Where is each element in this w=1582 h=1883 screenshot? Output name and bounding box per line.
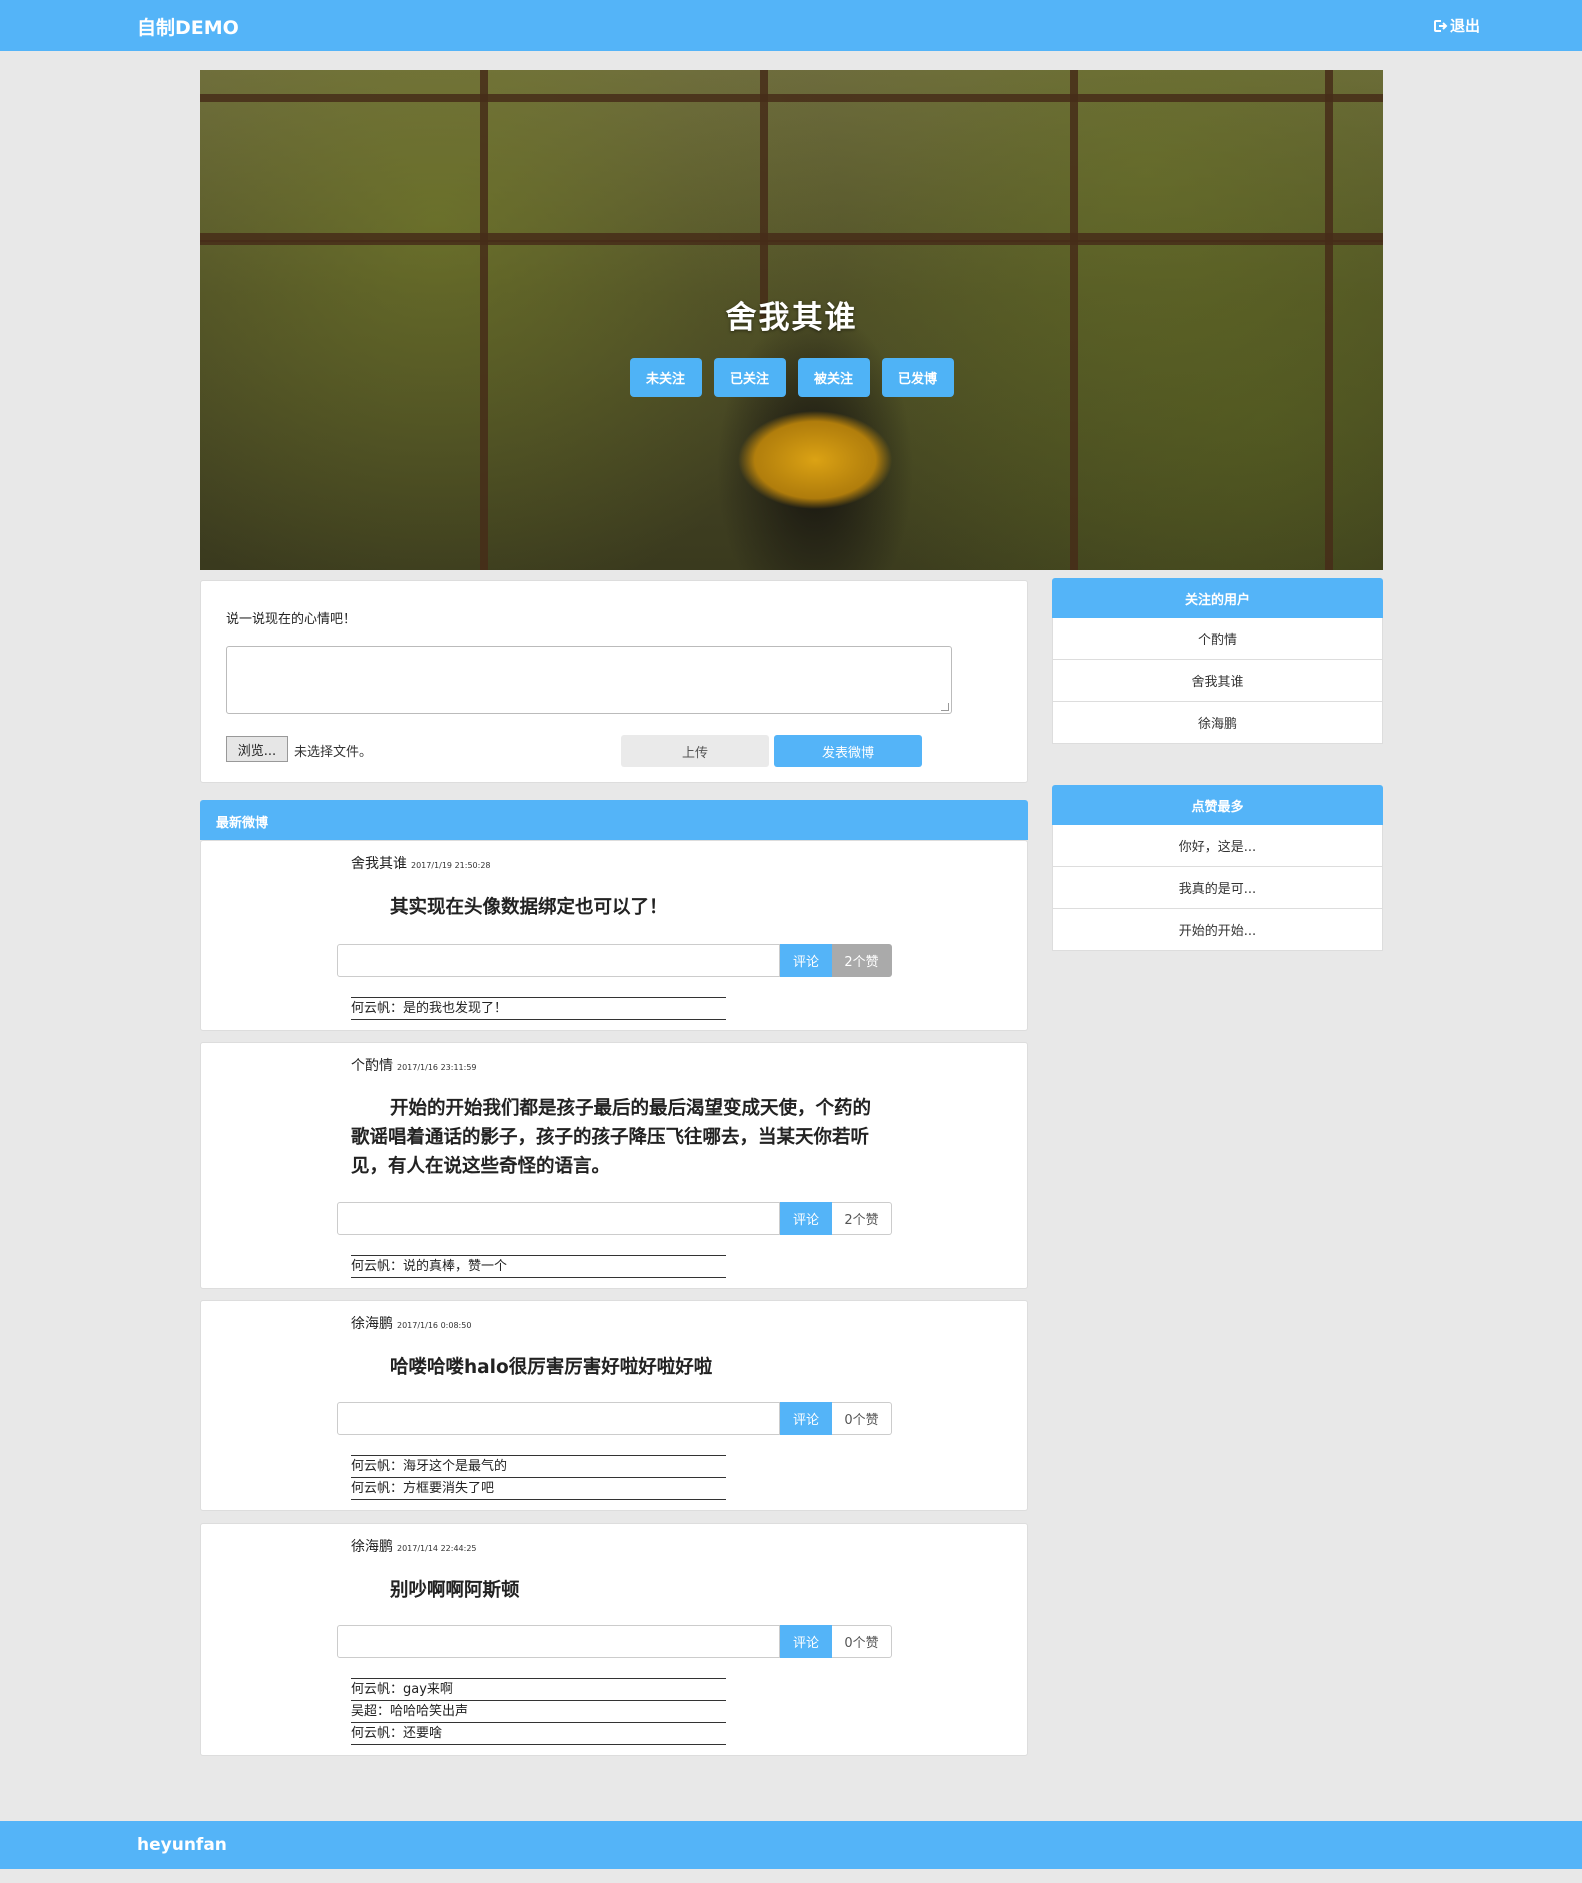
window-frame — [760, 70, 768, 320]
most-liked-item[interactable]: 开始的开始... — [1052, 909, 1383, 951]
comment-item: 吴超：哈哈哈笑出声 — [351, 1700, 726, 1722]
comment-button[interactable]: 评论 — [780, 1202, 832, 1235]
post-textarea[interactable] — [226, 646, 952, 714]
followed-users-panel: 关注的用户 个酌情 舍我其谁 徐海鹏 — [1052, 578, 1383, 744]
publish-button[interactable]: 发表微博 — [774, 735, 922, 767]
profile-tabs: 未关注 已关注 被关注 已发博 — [200, 358, 1383, 397]
post-card: 徐海鹏 2017/1/14 22:44:25 别吵啊啊阿斯顿 评论 0个赞 何云帆… — [200, 1523, 1028, 1756]
comment-bar: 评论 2个赞 — [337, 1202, 892, 1235]
comment-item: 何云帆：方框要消失了吧 — [351, 1477, 726, 1500]
like-button[interactable]: 0个赞 — [832, 1402, 892, 1435]
post-card: 徐海鹏 2017/1/16 0:08:50 哈喽哈喽halo很厉害厉害好啦好啦好啦… — [200, 1300, 1028, 1511]
post-meta: 个酌情 2017/1/16 23:11:59 — [351, 1055, 477, 1075]
post-prompt: 说一说现在的心情吧！ — [226, 612, 357, 627]
post-card: 个酌情 2017/1/16 23:11:59 开始的开始我们都是孩子最后的最后渴望… — [200, 1042, 1028, 1289]
tab-my-posts[interactable]: 已发博 — [881, 358, 954, 397]
most-liked-item[interactable]: 你好，这是... — [1052, 825, 1383, 867]
new-post-panel: 说一说现在的心情吧！ 浏览... 未选择文件。 上传 发表微博 — [200, 580, 1028, 783]
comment-item: 何云帆：说的真棒，赞一个 — [351, 1255, 726, 1278]
post-content: 开始的开始我们都是孩子最后的最后渴望变成天使，个药的歌谣唱着通话的影子，孩子的孩… — [351, 1098, 872, 1177]
post-author[interactable]: 徐海鹏 — [351, 1316, 393, 1332]
top-navbar: 自制DEMO 退出 — [0, 0, 1582, 51]
post-author[interactable]: 徐海鹏 — [351, 1539, 393, 1555]
profile-banner: 舍我其谁 未关注 已关注 被关注 已发博 — [200, 70, 1383, 570]
comment-button[interactable]: 评论 — [780, 1625, 832, 1658]
post-content: 其实现在头像数据绑定也可以了！ — [390, 897, 668, 918]
comment-list: 何云帆：说的真棒，赞一个 — [351, 1255, 726, 1278]
most-liked-title: 点赞最多 — [1052, 785, 1383, 825]
window-frame — [200, 240, 1383, 245]
window-frame — [200, 94, 1383, 102]
comment-input[interactable] — [337, 1625, 780, 1658]
post-time: 2017/1/19 21:50:28 — [411, 861, 491, 870]
feed-header: 最新微博 — [200, 800, 1028, 840]
footer: heyunfan — [0, 1821, 1582, 1869]
post-meta: 舍我其谁 2017/1/19 21:50:28 — [351, 853, 491, 873]
logout-icon — [1433, 19, 1448, 32]
post-meta: 徐海鹏 2017/1/14 22:44:25 — [351, 1536, 477, 1556]
followed-user-item[interactable]: 徐海鹏 — [1052, 702, 1383, 744]
tab-not-followed[interactable]: 未关注 — [629, 358, 702, 397]
post-content: 别吵啊啊阿斯顿 — [390, 1580, 520, 1601]
upload-button[interactable]: 上传 — [621, 735, 769, 767]
comment-input[interactable] — [337, 1202, 780, 1235]
footer-text: heyunfan — [137, 1835, 227, 1855]
comment-item: 何云帆：gay来啊 — [351, 1678, 726, 1700]
followed-users-title: 关注的用户 — [1052, 578, 1383, 618]
file-status-label: 未选择文件。 — [294, 745, 373, 760]
post-author[interactable]: 舍我其谁 — [351, 856, 407, 872]
comment-item: 何云帆：海牙这个是最气的 — [351, 1455, 726, 1477]
post-card: 舍我其谁 2017/1/19 21:50:28 其实现在头像数据绑定也可以了！ 评… — [200, 840, 1028, 1031]
logout-button[interactable]: 退出 — [1432, 15, 1480, 36]
like-button[interactable]: 2个赞 — [832, 944, 892, 977]
profile-username: 舍我其谁 — [725, 300, 858, 336]
most-liked-panel: 点赞最多 你好，这是... 我真的是可... 开始的开始... — [1052, 785, 1383, 951]
tab-followers[interactable]: 被关注 — [797, 358, 870, 397]
comment-bar: 评论 0个赞 — [337, 1625, 892, 1658]
post-meta: 徐海鹏 2017/1/16 0:08:50 — [351, 1313, 471, 1333]
post-content: 哈喽哈喽halo很厉害厉害好啦好啦好啦 — [390, 1357, 713, 1378]
brand-link[interactable]: 自制DEMO — [137, 13, 239, 40]
tab-following[interactable]: 已关注 — [713, 358, 786, 397]
post-time: 2017/1/16 0:08:50 — [397, 1321, 472, 1330]
comment-item: 何云帆：还要啥 — [351, 1722, 726, 1745]
comment-bar: 评论 0个赞 — [337, 1402, 892, 1435]
comment-input[interactable] — [337, 944, 780, 977]
post-time: 2017/1/14 22:44:25 — [397, 1544, 477, 1553]
post-time: 2017/1/16 23:11:59 — [397, 1063, 477, 1072]
logout-label: 退出 — [1449, 17, 1480, 35]
like-button[interactable]: 0个赞 — [832, 1625, 892, 1658]
comment-input[interactable] — [337, 1402, 780, 1435]
followed-user-item[interactable]: 个酌情 — [1052, 618, 1383, 660]
followed-user-item[interactable]: 舍我其谁 — [1052, 660, 1383, 702]
comment-bar: 评论 2个赞 — [337, 944, 892, 977]
comment-button[interactable]: 评论 — [780, 944, 832, 977]
comment-list: 何云帆：gay来啊 吴超：哈哈哈笑出声 何云帆：还要啥 — [351, 1678, 726, 1745]
most-liked-item[interactable]: 我真的是可... — [1052, 867, 1383, 909]
post-author[interactable]: 个酌情 — [351, 1058, 393, 1074]
comment-item: 何云帆：是的我也发现了！ — [351, 997, 726, 1020]
browse-file-button[interactable]: 浏览... — [226, 736, 288, 762]
comment-list: 何云帆：海牙这个是最气的 何云帆：方框要消失了吧 — [351, 1455, 726, 1500]
like-button[interactable]: 2个赞 — [832, 1202, 892, 1235]
comment-button[interactable]: 评论 — [780, 1402, 832, 1435]
comment-list: 何云帆：是的我也发现了！ — [351, 997, 726, 1020]
